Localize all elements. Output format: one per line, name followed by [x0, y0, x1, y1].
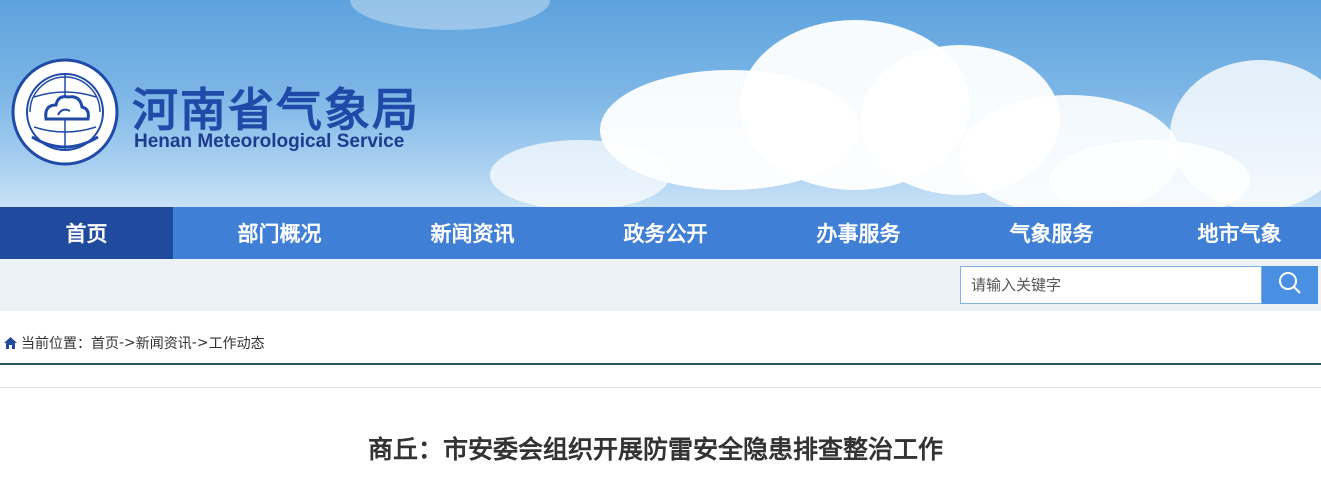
nav-item-department[interactable]: 部门概况 — [193, 207, 366, 259]
nav-item-government-affairs[interactable]: 政务公开 — [579, 207, 752, 259]
nav-item-local-weather[interactable]: 地市气象 — [1158, 207, 1321, 259]
main-nav: 首页 部门概况 新闻资讯 政务公开 办事服务 气象服务 地市气象 — [0, 207, 1321, 259]
search-icon — [1278, 271, 1302, 299]
search-input[interactable] — [960, 266, 1262, 304]
breadcrumb-divider — [0, 363, 1321, 365]
content-divider — [0, 387, 1321, 388]
cloud-decoration — [350, 0, 550, 30]
breadcrumb-separator: -> — [119, 335, 136, 351]
breadcrumb-current[interactable]: 工作动态 — [209, 333, 265, 353]
nav-item-services[interactable]: 办事服务 — [772, 207, 945, 259]
breadcrumb: 当前位置： 首页 -> 新闻资讯 -> 工作动态 — [3, 332, 265, 354]
home-icon — [3, 336, 18, 350]
search-button[interactable] — [1262, 266, 1318, 304]
breadcrumb-home-link[interactable]: 首页 — [91, 333, 119, 353]
search-bar — [0, 259, 1321, 311]
site-title-en[interactable]: Henan Meteorological Service — [134, 131, 404, 153]
breadcrumb-separator: -> — [191, 335, 209, 351]
header-banner: 河南省气象局 Henan Meteorological Service — [0, 0, 1321, 207]
nav-item-home[interactable]: 首页 — [0, 207, 173, 259]
nav-item-news[interactable]: 新闻资讯 — [386, 207, 559, 259]
breadcrumb-news-link[interactable]: 新闻资讯 — [136, 333, 192, 353]
breadcrumb-prefix: 当前位置： — [21, 336, 91, 352]
cma-emblem-icon[interactable] — [10, 57, 120, 167]
cloud-decoration — [490, 140, 670, 207]
article-title: 商丘：市安委会组织开展防雷安全隐患排查整治工作 — [367, 435, 943, 464]
nav-item-weather-services[interactable]: 气象服务 — [965, 207, 1138, 259]
